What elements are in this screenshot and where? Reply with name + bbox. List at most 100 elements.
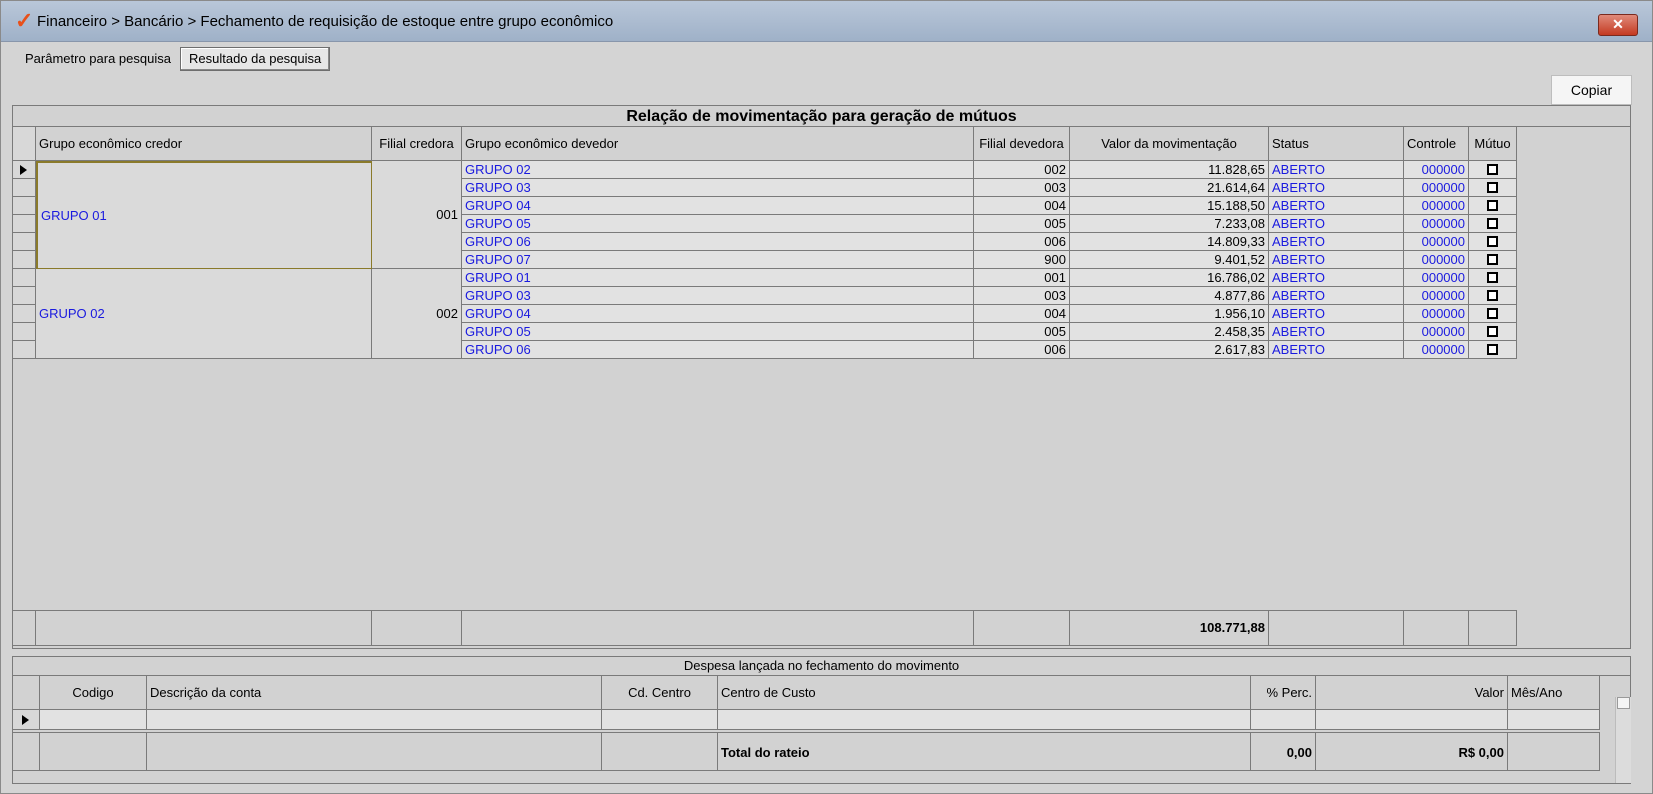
footer-mutuo [1469, 610, 1517, 646]
value-cell[interactable] [1316, 710, 1508, 730]
col-header-mutuo[interactable]: Mútuo [1469, 127, 1517, 161]
center-code-cell[interactable] [602, 710, 718, 730]
debtor-group-cell[interactable]: GRUPO 05 [462, 323, 974, 341]
vertical-scrollbar[interactable] [1615, 697, 1631, 783]
tab-search-parameters[interactable]: Parâmetro para pesquisa [17, 47, 179, 71]
col-header-code[interactable]: Codigo [40, 676, 147, 710]
control-cell[interactable]: 000000 [1404, 323, 1469, 341]
debtor-group-cell[interactable]: GRUPO 06 [462, 341, 974, 359]
creditor-group-link[interactable]: GRUPO 02 [39, 306, 105, 321]
cost-center-cell[interactable] [718, 710, 1251, 730]
control-cell[interactable]: 000000 [1404, 215, 1469, 233]
control-cell[interactable]: 000000 [1404, 341, 1469, 359]
row-indicator[interactable] [13, 287, 36, 305]
mutuo-checkbox[interactable] [1487, 272, 1498, 283]
col-header-account-description[interactable]: Descrição da conta [147, 676, 602, 710]
creditor-group-cell[interactable]: GRUPO 01 [36, 161, 373, 270]
mutuo-checkbox[interactable] [1487, 218, 1498, 229]
debtor-group-cell[interactable]: GRUPO 07 [462, 251, 974, 269]
percent-cell[interactable] [1251, 710, 1316, 730]
mutuo-cell [1469, 197, 1517, 215]
app-logo-icon: ✓ [15, 8, 34, 33]
row-indicator[interactable] [13, 233, 36, 251]
col-header-month-year[interactable]: Mês/Ano [1508, 676, 1600, 710]
copy-button[interactable]: Copiar [1551, 75, 1632, 105]
mutuo-checkbox[interactable] [1487, 200, 1498, 211]
footer-month-year [1508, 732, 1600, 771]
col-header-center-code[interactable]: Cd. Centro [602, 676, 718, 710]
row-indicator[interactable] [13, 305, 36, 323]
col-header-cost-center[interactable]: Centro de Custo [718, 676, 1251, 710]
row-indicator[interactable] [13, 269, 36, 287]
col-header-creditor-branch[interactable]: Filial credora [372, 127, 462, 161]
scrollbar-thumb[interactable] [1617, 697, 1630, 709]
mutuo-checkbox[interactable] [1487, 182, 1498, 193]
mutuo-checkbox[interactable] [1487, 254, 1498, 265]
debtor-branch-cell: 001 [974, 269, 1070, 287]
control-cell[interactable]: 000000 [1404, 197, 1469, 215]
debtor-group-cell[interactable]: GRUPO 02 [462, 161, 974, 179]
footer-account-description [147, 732, 602, 771]
close-icon: ✕ [1612, 16, 1624, 32]
debtor-branch-cell: 005 [974, 215, 1070, 233]
mutuo-checkbox[interactable] [1487, 326, 1498, 337]
col-header-creditor-group[interactable]: Grupo econômico credor [36, 127, 372, 161]
mutuo-cell [1469, 161, 1517, 179]
creditor-group-link[interactable]: GRUPO 01 [41, 208, 107, 223]
control-cell[interactable]: 000000 [1404, 305, 1469, 323]
debtor-group-cell[interactable]: GRUPO 03 [462, 179, 974, 197]
col-header-debtor-branch[interactable]: Filial devedora [974, 127, 1070, 161]
debtor-group-cell[interactable]: GRUPO 05 [462, 215, 974, 233]
mutuo-checkbox[interactable] [1487, 290, 1498, 301]
status-cell: ABERTO [1269, 197, 1404, 215]
control-cell[interactable]: 000000 [1404, 233, 1469, 251]
mutuo-checkbox[interactable] [1487, 344, 1498, 355]
debtor-group-cell[interactable]: GRUPO 04 [462, 197, 974, 215]
close-button[interactable]: ✕ [1598, 14, 1638, 36]
control-cell[interactable]: 000000 [1404, 251, 1469, 269]
month-year-cell[interactable] [1508, 710, 1600, 730]
col-header-debtor-group[interactable]: Grupo econômico devedor [462, 127, 974, 161]
row-indicator[interactable] [13, 710, 40, 730]
status-cell: ABERTO [1269, 179, 1404, 197]
col-header-percent[interactable]: % Perc. [1251, 676, 1316, 710]
footer-code [40, 732, 147, 771]
debtor-group-cell[interactable]: GRUPO 06 [462, 233, 974, 251]
mutuo-cell [1469, 233, 1517, 251]
row-indicator[interactable] [13, 179, 36, 197]
mutuo-cell [1469, 251, 1517, 269]
control-cell[interactable]: 000000 [1404, 269, 1469, 287]
status-cell: ABERTO [1269, 323, 1404, 341]
creditor-group-cell[interactable]: GRUPO 02 [36, 269, 372, 359]
row-indicator[interactable] [13, 197, 36, 215]
tab-search-results[interactable]: Resultado da pesquisa [180, 47, 331, 71]
mutuo-checkbox[interactable] [1487, 164, 1498, 175]
col-header-status[interactable]: Status [1269, 127, 1404, 161]
row-indicator[interactable] [13, 341, 36, 359]
account-description-cell[interactable] [147, 710, 602, 730]
row-indicator[interactable] [13, 251, 36, 269]
debtor-group-cell[interactable]: GRUPO 03 [462, 287, 974, 305]
row-indicator[interactable] [13, 215, 36, 233]
status-cell: ABERTO [1269, 215, 1404, 233]
control-cell[interactable]: 000000 [1404, 161, 1469, 179]
mutuo-checkbox[interactable] [1487, 236, 1498, 247]
movement-value-cell: 11.828,65 [1070, 161, 1269, 179]
control-cell[interactable]: 000000 [1404, 179, 1469, 197]
code-cell[interactable] [40, 710, 147, 730]
col-header-movement-value[interactable]: Valor da movimentação [1070, 127, 1269, 161]
footer-indicator [13, 610, 36, 646]
mutuo-checkbox[interactable] [1487, 308, 1498, 319]
row-indicator[interactable] [13, 161, 36, 179]
control-cell[interactable]: 000000 [1404, 287, 1469, 305]
footer-center-code [602, 732, 718, 771]
row-indicator[interactable] [13, 323, 36, 341]
col-header-control[interactable]: Controle [1404, 127, 1469, 161]
total-allocation-label: Total do rateio [718, 732, 1251, 771]
status-cell: ABERTO [1269, 233, 1404, 251]
col-header-value[interactable]: Valor [1316, 676, 1508, 710]
status-cell: ABERTO [1269, 161, 1404, 179]
debtor-group-cell[interactable]: GRUPO 01 [462, 269, 974, 287]
movement-value-cell: 14.809,33 [1070, 233, 1269, 251]
debtor-group-cell[interactable]: GRUPO 04 [462, 305, 974, 323]
